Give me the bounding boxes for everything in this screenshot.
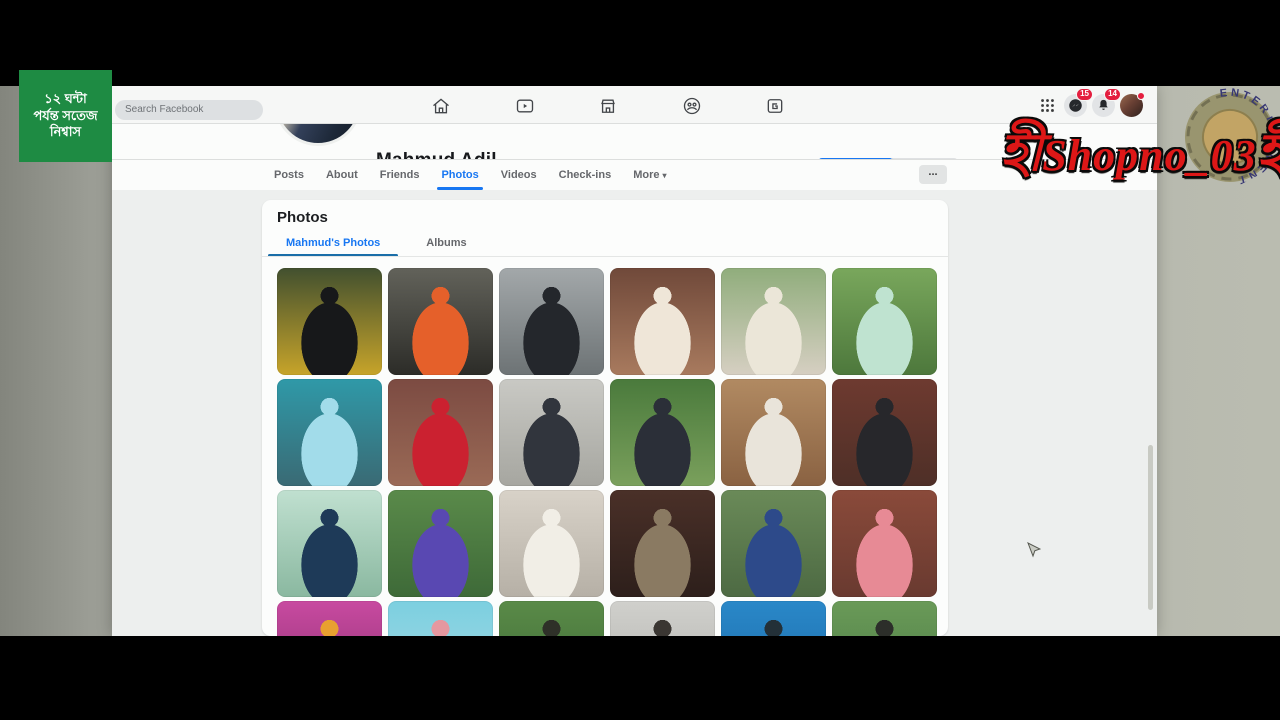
watermark: হীShopno_03হী [1000,112,1280,199]
photo-thumbnail[interactable] [721,379,826,486]
account-status-dot [1137,92,1145,100]
profile-tabs: Posts About Friends Photos Videos Check-ins Mo… [274,160,667,190]
facebook-nav [430,95,786,117]
photo-thumbnail[interactable] [832,601,937,636]
letterbox-top [0,0,1280,86]
photo-thumbnail[interactable] [832,268,937,375]
vertical-scrollbar[interactable] [1148,445,1153,610]
tab-about[interactable]: About [326,160,358,190]
subtab-mahmud-s-photos[interactable]: Mahmud's Photos [267,230,399,257]
photos-card: Photos Mahmud's Photos Albums [262,200,948,636]
watermark-right-flourish: হী [1257,125,1280,182]
photo-thumbnail[interactable] [277,268,382,375]
tab-more[interactable]: More ▾ [633,160,666,190]
gaming-icon[interactable] [764,95,786,117]
photos-card-title: Photos [277,209,328,226]
photo-thumbnail[interactable] [610,379,715,486]
photo-thumbnail[interactable] [610,490,715,597]
mouse-cursor [1027,541,1042,565]
chevron-down-icon: ▾ [662,170,667,180]
photo-thumbnail[interactable] [388,601,493,636]
photo-thumbnail[interactable] [277,379,382,486]
divider [262,256,948,257]
promo-line: নিশ্বাস [49,124,82,140]
photo-thumbnail[interactable] [388,490,493,597]
more-options-button[interactable]: ... [919,165,947,184]
promo-line: ১২ ঘন্টা [44,90,87,106]
photo-thumbnail[interactable] [832,379,937,486]
page-body: Photos Mahmud's PhotosAlbums ⤢ [112,190,1157,636]
photo-thumbnail[interactable] [832,490,937,597]
photo-thumbnail[interactable] [277,490,382,597]
letterbox-bottom [0,636,1280,720]
home-icon[interactable] [430,95,452,117]
photo-thumbnail[interactable] [721,268,826,375]
watermark-text: Shopno_03 [1042,131,1257,180]
photo-thumbnail[interactable] [499,490,604,597]
tab-friends[interactable]: Friends [380,160,420,190]
photo-thumbnail[interactable] [610,601,715,636]
watch-icon[interactable] [514,95,536,117]
tab-photos[interactable]: Photos [437,160,484,190]
search-input[interactable]: Search Facebook [115,100,263,120]
notifications-badge: 14 [1104,88,1121,101]
photos-subtabs: Mahmud's Photos Albums [267,230,476,257]
photo-thumbnail[interactable] [499,601,604,636]
photo-thumbnail[interactable] [277,601,382,636]
photo-grid [277,268,937,636]
marketplace-icon[interactable] [597,95,619,117]
photo-thumbnail[interactable] [388,268,493,375]
messenger-badge: 15 [1076,88,1093,101]
groups-icon[interactable] [681,95,703,117]
photo-thumbnail[interactable] [499,268,604,375]
tab-check-ins[interactable]: Check-ins [559,160,612,190]
promo-line: পর্যন্ত সতেজ [33,107,98,123]
watermark-left-flourish: হী [1000,125,1043,182]
subtab-albums[interactable]: Albums [417,230,475,256]
tab-videos[interactable]: Videos [501,160,537,190]
photo-thumbnail[interactable] [499,379,604,486]
promo-badge: ১২ ঘন্টা পর্যন্ত সতেজ নিশ্বাস [19,70,112,162]
photo-thumbnail[interactable] [721,601,826,636]
photo-thumbnail[interactable] [610,268,715,375]
photo-thumbnail[interactable] [721,490,826,597]
tab-posts[interactable]: Posts [274,160,304,190]
photo-thumbnail[interactable] [388,379,493,486]
